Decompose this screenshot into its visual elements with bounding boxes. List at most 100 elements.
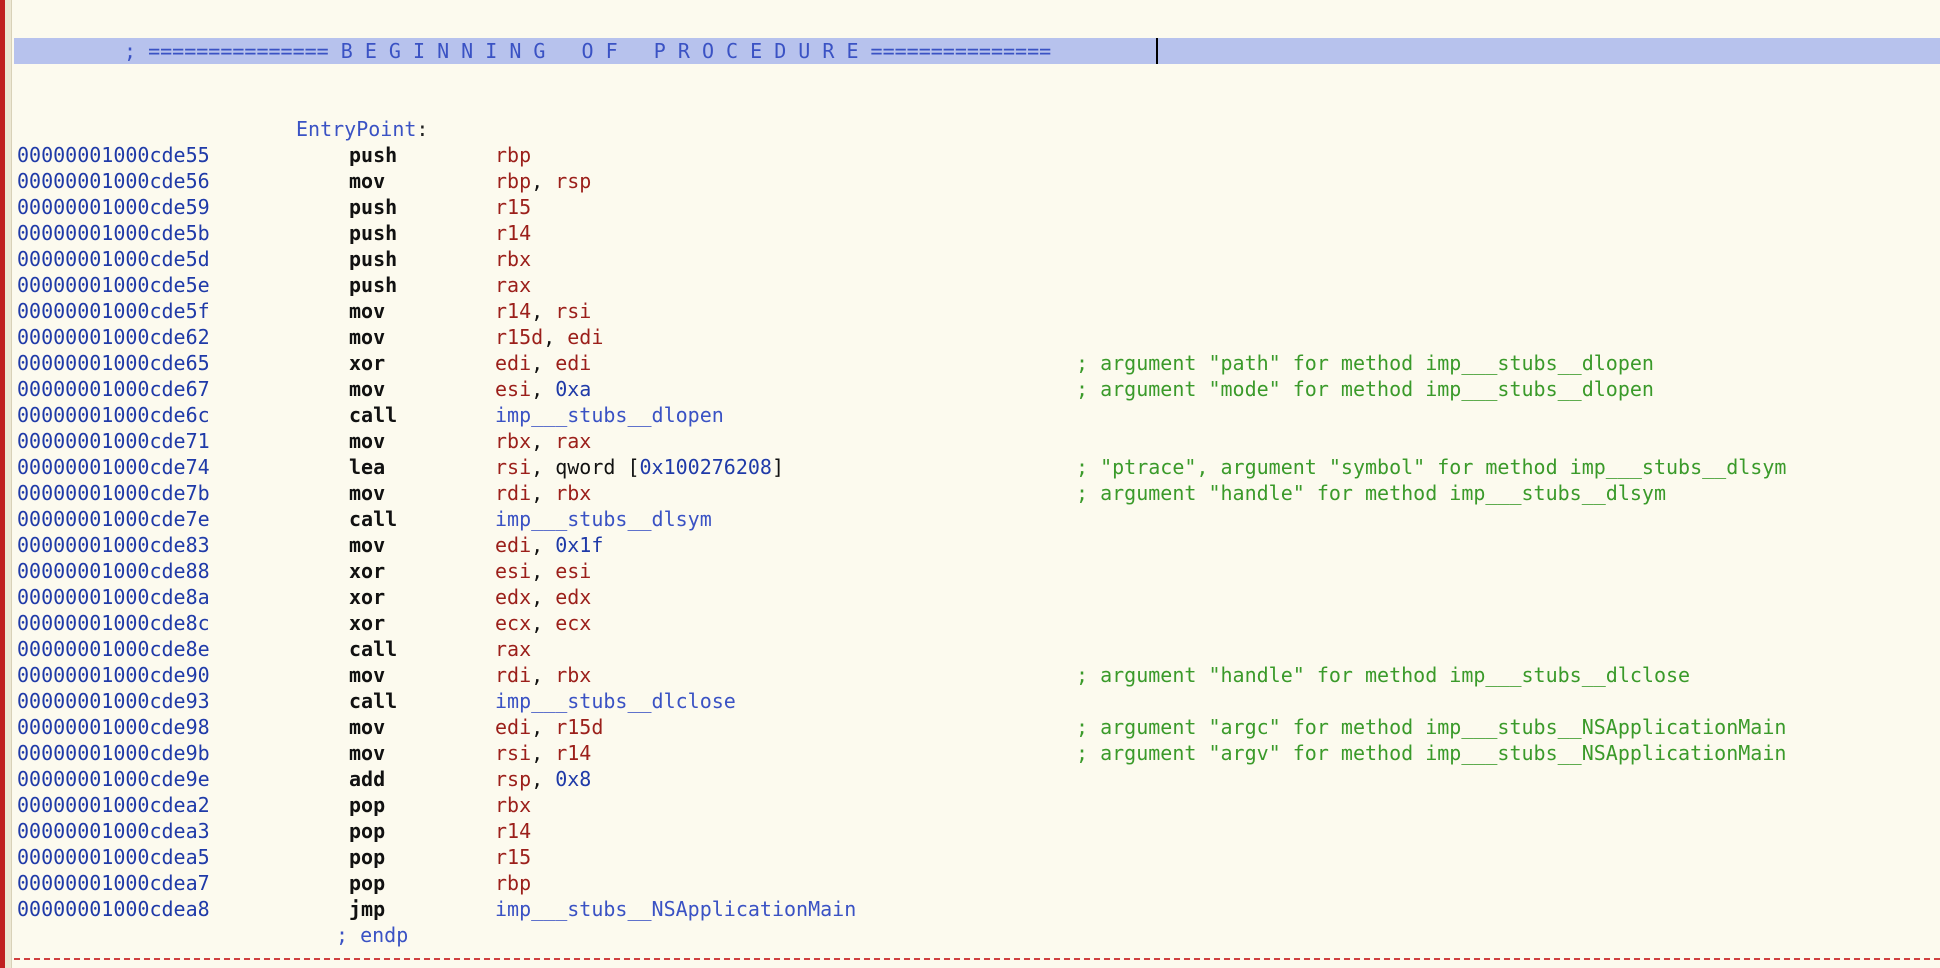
instruction-row[interactable]: 00000001000cde67 mov esi, 0xa ; argument "m…	[0, 376, 1940, 402]
operand-text: qword [	[555, 455, 640, 479]
instruction-address[interactable]: 00000001000cde8e	[17, 636, 210, 662]
instruction-address[interactable]: 00000001000cde9b	[17, 740, 210, 766]
operand-symbol[interactable]: imp___stubs__NSApplicationMain	[495, 897, 856, 921]
instruction-operands: rbx	[495, 246, 531, 272]
instruction-row[interactable]: 00000001000cde62 mov r15d, edi	[0, 324, 1940, 350]
instruction-row[interactable]: 00000001000cde9b mov rsi, r14 ; argument "a…	[0, 740, 1940, 766]
instruction-row[interactable]: 00000001000cde93 call imp___stubs__dlclose	[0, 688, 1940, 714]
instruction-row[interactable]: 00000001000cde83 mov edi, 0x1f	[0, 532, 1940, 558]
instruction-address[interactable]: 00000001000cdea3	[17, 818, 210, 844]
procedure-label-colon: :	[416, 117, 429, 141]
operand-separator: ,	[531, 377, 556, 401]
instruction-address[interactable]: 00000001000cde8c	[17, 610, 210, 636]
instruction-row[interactable]: 00000001000cde5e push rax	[0, 272, 1940, 298]
instruction-address[interactable]: 00000001000cdea2	[17, 792, 210, 818]
instruction-mnemonic: add	[349, 767, 386, 791]
instruction-address[interactable]: 00000001000cdea8	[17, 896, 210, 922]
instruction-row[interactable]: 00000001000cde7b mov rdi, rbx ; argument "h…	[0, 480, 1940, 506]
instruction-row[interactable]: 00000001000cdea2 pop rbx	[0, 792, 1940, 818]
operand-symbol[interactable]: imp___stubs__dlopen	[495, 403, 724, 427]
instruction-mnemonic: push	[349, 195, 398, 219]
instruction-mnemonic: call	[349, 637, 398, 661]
instruction-address[interactable]: 00000001000cde5d	[17, 246, 210, 272]
instruction-operands: r14, rsi	[495, 298, 591, 324]
instruction-address[interactable]: 00000001000cde5b	[17, 220, 210, 246]
instruction-address[interactable]: 00000001000cde83	[17, 532, 210, 558]
operand-register: rbx	[495, 793, 532, 817]
instruction-row[interactable]: 00000001000cdea7 pop rbp	[0, 870, 1940, 896]
operand-separator: ,	[531, 741, 556, 765]
instruction-address[interactable]: 00000001000cde5f	[17, 298, 210, 324]
instruction-mnemonic: push	[349, 221, 398, 245]
instruction-address[interactable]: 00000001000cde90	[17, 662, 210, 688]
instruction-row[interactable]: 00000001000cde6c call imp___stubs__dlopen	[0, 402, 1940, 428]
instruction-address[interactable]: 00000001000cde7b	[17, 480, 210, 506]
instruction-row[interactable]: 00000001000cdea5 pop r15	[0, 844, 1940, 870]
instruction-address[interactable]: 00000001000cde71	[17, 428, 210, 454]
operand-register: rbx	[555, 481, 592, 505]
instruction-address[interactable]: 00000001000cdea5	[17, 844, 210, 870]
operand-separator: ,	[531, 351, 556, 375]
procedure-label-name[interactable]: EntryPoint	[296, 117, 416, 141]
instruction-address[interactable]: 00000001000cde55	[17, 142, 210, 168]
instruction-row[interactable]: 00000001000cde74 lea rsi, qword [0x1002762…	[0, 454, 1940, 480]
instruction-row[interactable]: 00000001000cde8c xor ecx, ecx	[0, 610, 1940, 636]
instruction-address[interactable]: 00000001000cde67	[17, 376, 210, 402]
procedure-label[interactable]: EntryPoint:	[296, 116, 428, 142]
operand-register: r15	[495, 195, 532, 219]
instruction-row[interactable]: 00000001000cde8a xor edx, edx	[0, 584, 1940, 610]
instruction-row[interactable]: 00000001000cde88 xor esi, esi	[0, 558, 1940, 584]
instruction-row[interactable]: 00000001000cde90 mov rdi, rbx ; argument "h…	[0, 662, 1940, 688]
instruction-row[interactable]: 00000001000cde9e add rsp, 0x8	[0, 766, 1940, 792]
instruction-row[interactable]: 00000001000cde5f mov r14, rsi	[0, 298, 1940, 324]
instruction-row[interactable]: 00000001000cde5b push r14	[0, 220, 1940, 246]
instruction-row[interactable]: 00000001000cde5d push rbx	[0, 246, 1940, 272]
instruction-comment: ; argument "argc" for method imp___stubs…	[1076, 715, 1787, 739]
instruction-operands: esi, 0xa	[495, 376, 591, 402]
instruction-mnemonic: push	[349, 273, 398, 297]
instruction-address[interactable]: 00000001000cde8a	[17, 584, 210, 610]
operand-immediate: 0x1f	[555, 533, 604, 557]
instruction-address[interactable]: 00000001000cdea7	[17, 870, 210, 896]
instruction-operands: ecx, ecx	[495, 610, 591, 636]
instruction-row[interactable]: 00000001000cde8e call rax	[0, 636, 1940, 662]
instruction-address[interactable]: 00000001000cde5e	[17, 272, 210, 298]
instruction-row[interactable]: 00000001000cde59 push r15	[0, 194, 1940, 220]
operand-symbol[interactable]: imp___stubs__dlsym	[495, 507, 712, 531]
instruction-row[interactable]: 00000001000cde65 xor edi, edi ; argument "p…	[0, 350, 1940, 376]
instruction-mnemonic: jmp	[349, 897, 386, 921]
instruction-row[interactable]: 00000001000cde71 mov rbx, rax	[0, 428, 1940, 454]
operand-register: rsi	[495, 741, 532, 765]
operand-register: rax	[555, 429, 592, 453]
instruction-address[interactable]: 00000001000cde59	[17, 194, 210, 220]
instruction-address[interactable]: 00000001000cde6c	[17, 402, 210, 428]
instruction-address[interactable]: 00000001000cde7e	[17, 506, 210, 532]
instruction-address[interactable]: 00000001000cde9e	[17, 766, 210, 792]
instruction-row[interactable]: 00000001000cde98 mov edi, r15d ; argument "…	[0, 714, 1940, 740]
instruction-row[interactable]: 00000001000cdea8 jmp imp___stubs__NSApplic…	[0, 896, 1940, 922]
instruction-comment: ; argument "path" for method imp___stubs…	[1076, 351, 1654, 375]
instruction-address[interactable]: 00000001000cde93	[17, 688, 210, 714]
operand-symbol[interactable]: imp___stubs__dlclose	[495, 689, 736, 713]
instruction-row[interactable]: 00000001000cde56 mov rbp, rsp	[0, 168, 1940, 194]
operand-separator: ,	[543, 325, 568, 349]
instruction-row[interactable]: 00000001000cdea3 pop r14	[0, 818, 1940, 844]
instruction-address[interactable]: 00000001000cde88	[17, 558, 210, 584]
instruction-row[interactable]: 00000001000cde55 push rbp	[0, 142, 1940, 168]
instruction-mnemonic: xor	[349, 559, 386, 583]
operand-immediate: 0x100276208	[639, 455, 772, 479]
operand-register: edi	[567, 325, 604, 349]
instruction-address[interactable]: 00000001000cde62	[17, 324, 210, 350]
operand-separator: ,	[531, 481, 556, 505]
instruction-address[interactable]: 00000001000cde65	[17, 350, 210, 376]
operand-register: r15d	[495, 325, 544, 349]
instruction-operands: r14	[495, 818, 531, 844]
operand-register: esi	[555, 559, 592, 583]
operand-register: ecx	[555, 611, 592, 635]
disassembly-view[interactable]: ; =============== B E G I N N I N G O F …	[0, 0, 1940, 968]
instruction-address[interactable]: 00000001000cde98	[17, 714, 210, 740]
instruction-row[interactable]: 00000001000cde7e call imp___stubs__dlsym	[0, 506, 1940, 532]
instruction-address[interactable]: 00000001000cde74	[17, 454, 210, 480]
instruction-address[interactable]: 00000001000cde56	[17, 168, 210, 194]
instruction-operands: rsi, qword [0x100276208]	[495, 454, 784, 480]
